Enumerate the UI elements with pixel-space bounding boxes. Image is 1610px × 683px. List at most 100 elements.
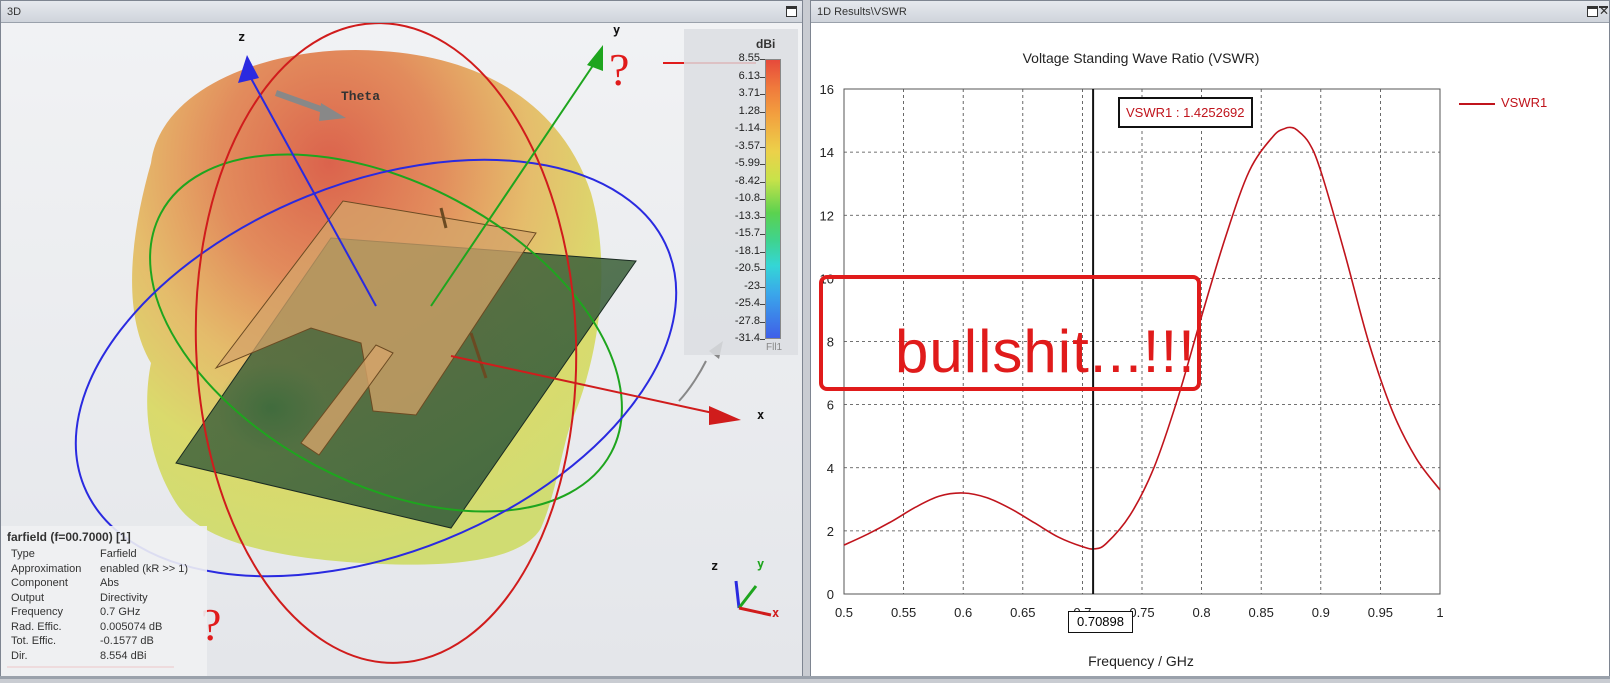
farfield-info-box: farfield (f=00.7000) [1] Type Farfield App… [1, 526, 207, 678]
colorbar-tick [760, 76, 765, 78]
annotation-text: bullshit...!!! [895, 318, 1196, 385]
y-tick-label: 16 [820, 82, 834, 97]
x-tick-label: 1 [1436, 605, 1443, 620]
x-tick-label: 0.8 [1193, 605, 1211, 620]
info-value: Directivity [100, 591, 148, 604]
x-tick-label: 0.85 [1249, 605, 1274, 620]
x-tick-label: 0.9 [1312, 605, 1330, 620]
colorbar-tick [760, 304, 765, 305]
annotation-box: bullshit...!!! [819, 275, 1201, 391]
y-tick-label: 12 [820, 208, 834, 223]
1d-results-panel: 1D Results\VSWR ✕ Voltage Standing Wave … [810, 0, 1610, 679]
colorbar-tick-label: -20.5 [734, 262, 760, 274]
colorbar-tick-label: -8.42 [734, 174, 760, 187]
x-axis-label: x [757, 408, 765, 422]
1d-panel-titlebar: 1D Results\VSWR ✕ [811, 1, 1609, 23]
colorbar-tick-label: -10.8 [734, 192, 760, 204]
info-key: Rad. Effic. [11, 620, 62, 633]
colorbar-legend: dBi 8.55 6.13 3.71 1.28 -1.14 -3.57 -5.99 -8.42… [684, 29, 798, 355]
colorbar-tick-label: 6.13 [738, 69, 760, 82]
z-axis-label: z [238, 30, 246, 44]
legend-swatch [1459, 102, 1495, 105]
info-value: 8.554 dBi [100, 649, 147, 662]
colorbar-tick [760, 321, 765, 323]
colorbar-tick [760, 339, 765, 340]
marker-readout: VSWR1 : 1.4252692 [1118, 97, 1253, 128]
close-1d-icon[interactable]: ✕ [1599, 5, 1609, 17]
info-value: Abs [100, 577, 119, 589]
mini-x-label: x [772, 606, 780, 620]
colorbar-tick-label: 1.28 [738, 104, 760, 117]
colorbar-tick-label: -3.57 [734, 139, 760, 152]
colorbar-tick-label: 8.55 [738, 52, 760, 64]
y-tick-label: 4 [827, 461, 834, 476]
colorbar-tick [760, 146, 765, 148]
colorbar-tick-label: 3.71 [738, 87, 760, 99]
colorbar-tick [760, 164, 765, 165]
3d-panel-title: 3D [7, 6, 22, 18]
colorbar-tick [760, 59, 765, 60]
maximize-3d-button[interactable] [786, 6, 797, 17]
info-key: Component [11, 577, 68, 589]
y-tick-label: 0 [827, 587, 834, 602]
info-value: 0.7 GHz [100, 606, 141, 618]
y-axis-arrow [587, 45, 603, 71]
3d-view-panel: 3D z y x Theta z y x ? ? dBi 8.55 6.13 3… [0, 0, 803, 679]
x-tick-label: 0.5 [835, 605, 853, 620]
colorbar-tick [760, 181, 765, 183]
vswr-chart[interactable]: Voltage Standing Wave Ratio (VSWR) Frequ… [811, 23, 1609, 678]
cursor-x-readout: 0.70898 [1068, 611, 1133, 633]
info-key: Tot. Effic. [11, 635, 57, 647]
colorbar-tick [760, 286, 765, 288]
legend-label: VSWR1 [1501, 95, 1548, 110]
colorbar-tick [760, 94, 765, 95]
chart-legend: VSWR1 [1459, 95, 1547, 110]
colorbar-tick [760, 129, 765, 130]
x-tick-label: 0.75 [1129, 605, 1154, 620]
chart-x-axis-title: Frequency / GHz [1088, 653, 1194, 669]
info-key: Dir. [11, 649, 28, 662]
colorbar-tick-label: -18.1 [734, 244, 760, 257]
colorbar-tick [760, 216, 765, 218]
colorbar-tick-label: -5.99 [734, 157, 760, 169]
y-axis-label: y [613, 23, 621, 37]
colorbar-bottom-label: Fll1 [766, 342, 783, 353]
3d-panel-titlebar: 3D [1, 1, 802, 23]
colorbar-tick [760, 111, 765, 113]
question-mark-annotation: ? [609, 44, 630, 95]
colorbar-tick [760, 251, 765, 253]
colorbar-gradient [765, 59, 781, 339]
maximize-1d-button[interactable] [1587, 6, 1598, 17]
farfield-info-title: farfield (f=00.7000) [1] [7, 530, 131, 544]
info-value: Farfield [100, 548, 137, 560]
y-tick-label: 14 [820, 145, 834, 160]
info-key: Output [11, 591, 45, 604]
x-tick-label: 0.95 [1368, 605, 1393, 620]
mini-y-label: y [757, 557, 765, 571]
colorbar-tick-label: -27.8 [734, 314, 760, 327]
colorbar-tick [760, 269, 765, 270]
farfield-3d-viewport[interactable]: z y x Theta z y x ? ? dBi 8.55 6.13 3.71 1.… [1, 23, 802, 678]
x-axis-arrow [709, 406, 741, 425]
info-key: Frequency [11, 606, 63, 618]
info-value: enabled (kR >> 1) [100, 562, 189, 575]
colorbar-tick [760, 234, 765, 235]
x-tick-label: 0.6 [954, 605, 972, 620]
colorbar-tick-label: -23 [744, 279, 760, 292]
x-tick-label: 0.55 [891, 605, 916, 620]
theta-label: Theta [341, 89, 381, 104]
x-tick-label: 0.65 [1010, 605, 1035, 620]
colorbar-tick-label: -31.4 [734, 332, 760, 344]
info-key: Type [11, 548, 35, 560]
colorbar-tick-label: -15.7 [734, 227, 760, 239]
info-value: -0.1577 dB [100, 635, 154, 647]
chart-title: Voltage Standing Wave Ratio (VSWR) [1023, 50, 1260, 66]
1d-panel-title: 1D Results\VSWR [817, 6, 907, 18]
y-tick-label: 6 [827, 398, 834, 413]
colorbar-unit: dBi [756, 37, 776, 51]
colorbar-tick-label: -13.3 [734, 209, 760, 222]
colorbar-tick-label: -25.4 [734, 297, 760, 309]
info-value: 0.005074 dB [100, 620, 163, 633]
colorbar-tick [760, 199, 765, 200]
colorbar-tick-label: -1.14 [734, 122, 760, 134]
